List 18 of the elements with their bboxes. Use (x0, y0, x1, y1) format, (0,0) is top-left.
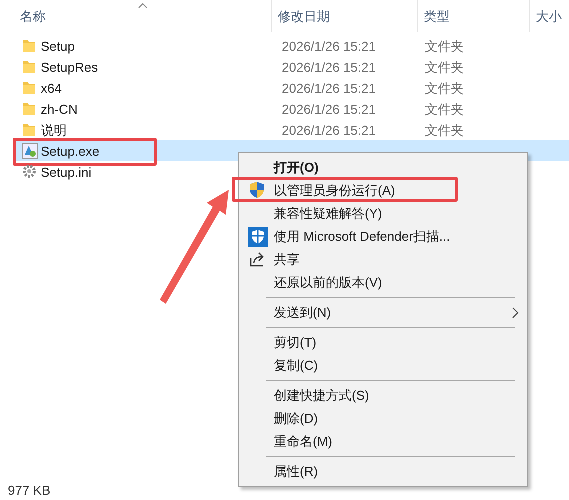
file-date: 2026/1/26 15:21 (282, 38, 376, 56)
file-type: 文件夹 (425, 122, 464, 140)
file-name: x64 (41, 80, 62, 98)
file-type: 文件夹 (425, 80, 464, 98)
file-type: 文件夹 (425, 101, 464, 119)
file-name: Setup.exe (41, 143, 100, 161)
file-date: 2026/1/26 15:21 (282, 80, 376, 98)
file-name: SetupRes (41, 59, 98, 77)
file-name: zh-CN (41, 101, 78, 119)
file-name: Setup (41, 38, 75, 56)
file-date: 2026/1/26 15:21 (282, 59, 376, 77)
status-size: 977 KB (8, 482, 51, 500)
file-type: 文件夹 (425, 38, 464, 56)
file-name: 说明 (41, 122, 67, 140)
file-date: 2026/1/26 15:21 (282, 122, 376, 140)
file-date: 2026/1/26 15:21 (282, 101, 376, 119)
file-name: Setup.ini (41, 164, 92, 182)
file-type: 文件夹 (425, 59, 464, 77)
